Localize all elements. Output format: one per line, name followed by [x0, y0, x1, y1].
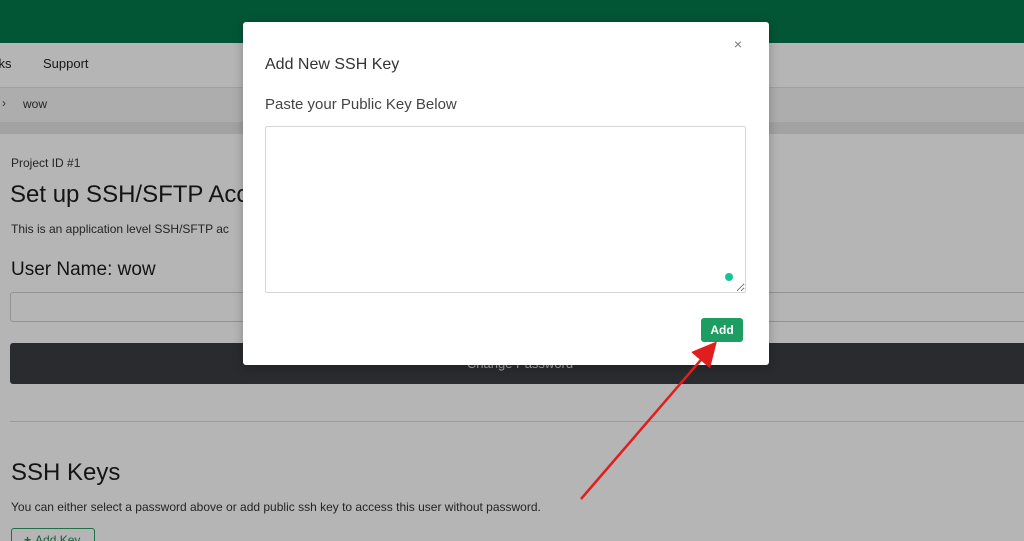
public-key-label: Paste your Public Key Below	[265, 96, 457, 113]
add-button[interactable]: Add	[701, 318, 743, 342]
public-key-textarea[interactable]	[265, 126, 746, 293]
modal-title: Add New SSH Key	[265, 56, 400, 73]
add-ssh-key-modal: × Add New SSH Key Paste your Public Key …	[243, 22, 769, 365]
grammar-checker-icon[interactable]	[725, 273, 733, 281]
page: sks Support › wow Project ID #1 Set up S…	[0, 0, 1024, 541]
close-icon[interactable]: ×	[730, 36, 746, 52]
